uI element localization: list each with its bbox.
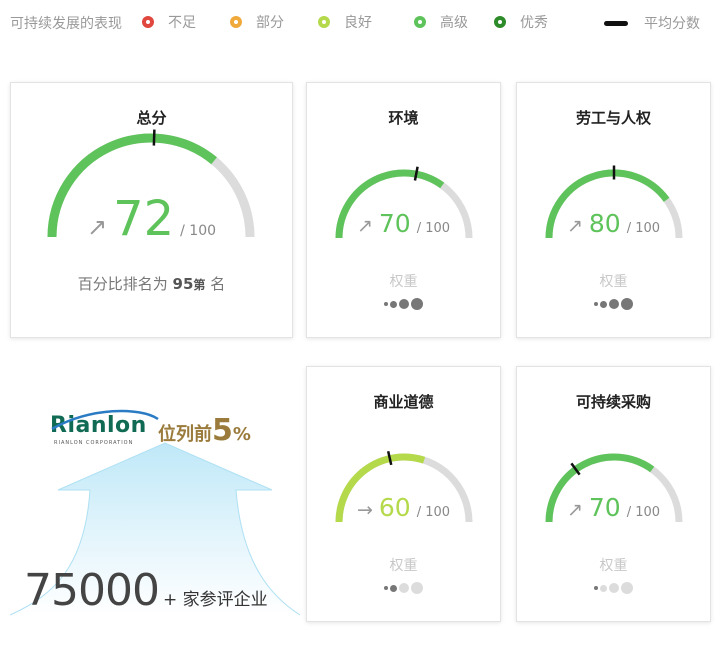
score-max: / 100 <box>416 221 451 236</box>
legend-item-good: 良好 <box>318 12 372 32</box>
legend-item-label: 高级 <box>440 15 468 31</box>
theme-score: → 60 / 100 <box>307 495 500 521</box>
weight-dot <box>411 582 423 594</box>
overall-score: ↗ 72 / 100 <box>11 195 292 243</box>
top-percent-prefix: 位列前 <box>158 424 212 445</box>
score-max: / 100 <box>416 505 451 520</box>
legend-item-label: 部分 <box>256 15 284 31</box>
legend-item-excellent: 优秀 <box>494 12 548 32</box>
arrow-right-icon: → <box>356 499 373 521</box>
theme-card-labor-human-rights[interactable]: 劳工与人权 ↗ 80 / 100 权重 <box>516 82 711 338</box>
legend-dot-icon <box>230 16 242 28</box>
arrow-up-right-icon: ↗ <box>356 215 373 237</box>
weight-label: 权重 <box>389 274 418 290</box>
weight-indicator <box>517 297 710 311</box>
arrow-up-right-icon: ↗ <box>566 215 583 237</box>
weight-dot <box>384 302 388 306</box>
weight-dot <box>600 300 607 308</box>
legend-dot-icon <box>414 16 426 28</box>
legend-dot-icon <box>318 16 330 28</box>
legend-average-label: 平均分数 <box>644 16 700 32</box>
average-marker <box>413 166 419 181</box>
legend-item-label: 良好 <box>344 15 372 31</box>
company-logo-subtitle: RIANLON CORPORATION <box>54 440 134 446</box>
weight-dot <box>609 299 619 309</box>
ranking-promo: Rianlon RIANLON CORPORATION 位列前5% 75000 … <box>10 365 300 620</box>
average-marker <box>152 129 156 146</box>
performance-legend: 可持续发展的表现 不足 部分 良好 高级 优秀 平均分数 <box>10 10 710 34</box>
arrow-up-right-icon: ↗ <box>86 213 108 241</box>
weight-dot <box>399 299 409 309</box>
weight-indicator <box>307 297 500 311</box>
theme-card-business-ethics[interactable]: 商业道德 → 60 / 100 权重 <box>306 366 501 622</box>
percentile-rank: 百分比排名为 95第 名 <box>11 273 292 294</box>
weight-dot <box>609 583 619 593</box>
average-marker-icon <box>604 20 628 26</box>
score-max: / 100 <box>180 223 217 239</box>
participant-count-value: 75000 <box>24 565 160 616</box>
participant-count-suffix: + 家参评企业 <box>162 590 268 610</box>
score-value: 72 <box>113 191 175 247</box>
top-percent-value: 5 <box>212 413 233 448</box>
legend-average: 平均分数 <box>604 13 700 33</box>
rank-prefix: 百分比排名为 <box>77 275 168 293</box>
score-max: / 100 <box>626 221 661 236</box>
score-value: 70 <box>588 493 621 522</box>
score-value: 80 <box>588 209 621 238</box>
top-percent-unit: % <box>232 424 251 445</box>
theme-score: ↗ 70 / 100 <box>307 211 500 237</box>
weight-dot <box>621 582 633 594</box>
legend-item-advanced: 高级 <box>414 12 468 32</box>
legend-item-label: 不足 <box>168 15 196 31</box>
weight-dot <box>600 584 607 592</box>
rank-suffix: 名 <box>210 275 226 293</box>
theme-score: ↗ 80 / 100 <box>517 211 710 237</box>
weight-label: 权重 <box>599 558 628 574</box>
legend-dot-icon <box>142 16 154 28</box>
logo-swoosh-icon <box>51 409 159 431</box>
weight-dot <box>621 298 633 310</box>
legend-title: 可持续发展的表现 <box>10 16 122 32</box>
weight-dot <box>594 586 598 590</box>
weight-indicator <box>307 581 500 595</box>
theme-card-sustainable-procurement[interactable]: 可持续采购 ↗ 70 / 100 权重 <box>516 366 711 622</box>
rank-value: 95 <box>172 275 194 293</box>
top-percent-badge: 位列前5% <box>158 413 251 448</box>
weight-indicator <box>517 581 710 595</box>
average-marker <box>386 450 393 466</box>
weight-dot <box>594 302 598 306</box>
overall-score-card[interactable]: 总分 ↗ 72 / 100 百分比排名为 95第 名 <box>10 82 293 338</box>
weight-dot <box>390 300 397 308</box>
arrow-up-right-icon: ↗ <box>566 499 583 521</box>
weight-dot <box>384 586 388 590</box>
participant-count: 75000 + 家参评企业 <box>24 565 268 616</box>
score-value: 60 <box>378 493 411 522</box>
theme-score: ↗ 70 / 100 <box>517 495 710 521</box>
score-value: 70 <box>378 209 411 238</box>
legend-dot-icon <box>494 16 506 28</box>
legend-item-partial: 部分 <box>230 12 284 32</box>
rank-mid: 第 <box>193 278 206 292</box>
legend-item-insufficient: 不足 <box>142 12 196 32</box>
weight-dot <box>390 584 397 592</box>
weight-label: 权重 <box>599 274 628 290</box>
weight-label: 权重 <box>389 558 418 574</box>
legend-item-label: 优秀 <box>520 15 548 31</box>
theme-card-environment[interactable]: 环境 ↗ 70 / 100 权重 <box>306 82 501 338</box>
score-max: / 100 <box>626 505 661 520</box>
weight-dot <box>411 298 423 310</box>
weight-dot <box>399 583 409 593</box>
